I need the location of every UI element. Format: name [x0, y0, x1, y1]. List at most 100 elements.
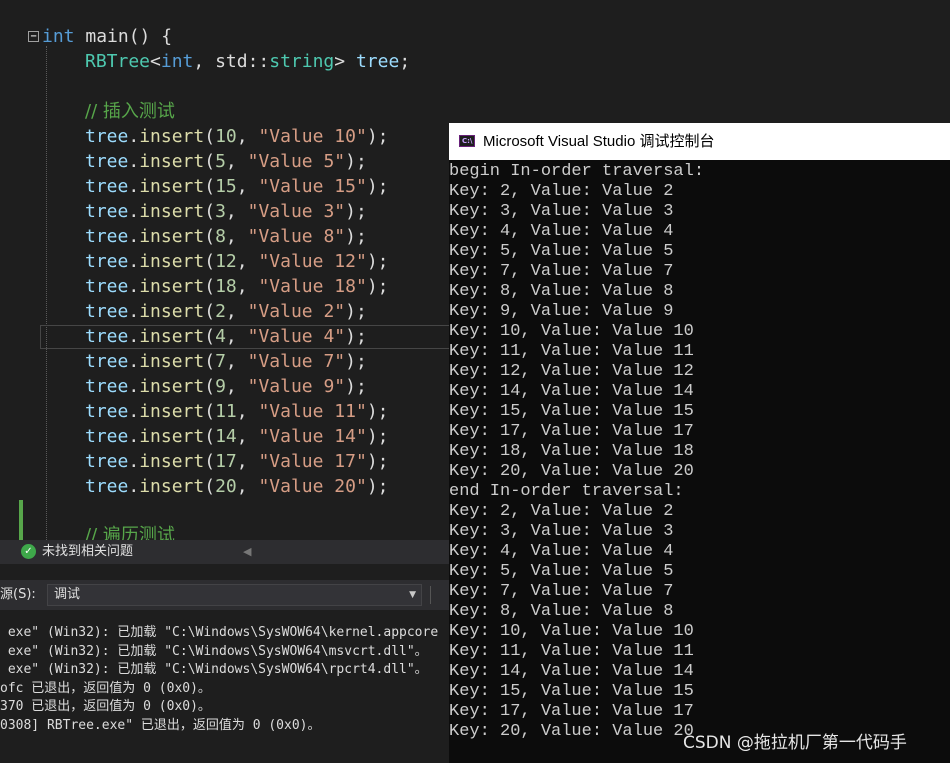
function-signature: main() { — [74, 26, 173, 47]
output-line: 0308] RBTree.exe" 已退出，返回值为 0 (0x0)。 — [0, 717, 321, 733]
source-dropdown[interactable]: 调试 ▼ — [47, 584, 422, 606]
code-line-insert[interactable]: tree.insert(3, "Value 3"); — [85, 199, 367, 224]
punct: ( — [204, 276, 216, 297]
punct: ( — [204, 176, 216, 197]
punct: ); — [366, 476, 389, 497]
status-text[interactable]: 未找到相关问题 — [42, 543, 133, 561]
console-line: Key: 5, Value: Value 5 — [449, 242, 674, 261]
punct: ( — [204, 251, 216, 272]
punct: . — [128, 451, 140, 472]
punct: , — [236, 126, 259, 147]
console-line: Key: 12, Value: Value 12 — [449, 362, 694, 381]
punct: . — [128, 276, 140, 297]
code-line-insert[interactable]: tree.insert(15, "Value 15"); — [85, 174, 389, 199]
console-output[interactable]: begin In-order traversal: Key: 2, Value: … — [449, 160, 950, 763]
variable: tree — [85, 251, 129, 272]
punct: ); — [366, 176, 389, 197]
console-line: Key: 4, Value: Value 4 — [449, 222, 674, 241]
code-line-insert[interactable]: tree.insert(20, "Value 20"); — [85, 474, 389, 499]
number-literal: 4 — [215, 326, 226, 347]
code-comment[interactable]: // 插入测试 — [85, 99, 175, 124]
number-literal: 12 — [215, 251, 237, 272]
punct: . — [128, 251, 140, 272]
punct: ); — [345, 301, 367, 322]
console-line: Key: 15, Value: Value 15 — [449, 682, 694, 701]
punct: , — [236, 451, 259, 472]
punct: , — [225, 301, 248, 322]
variable: tree — [85, 426, 129, 447]
punct: , — [225, 151, 248, 172]
code-line-insert[interactable]: tree.insert(2, "Value 2"); — [85, 299, 367, 324]
code-line-insert[interactable]: tree.insert(8, "Value 8"); — [85, 224, 367, 249]
console-line: Key: 8, Value: Value 8 — [449, 602, 674, 621]
code-line-insert[interactable]: tree.insert(14, "Value 14"); — [85, 424, 389, 449]
punct: , std:: — [193, 51, 270, 72]
method-name: insert — [139, 476, 205, 497]
punct: ( — [204, 151, 216, 172]
string-literal: "Value 20" — [258, 476, 367, 497]
method-name: insert — [139, 351, 205, 372]
punct: ); — [366, 126, 389, 147]
console-line: Key: 9, Value: Value 9 — [449, 302, 674, 321]
punct: . — [128, 326, 140, 347]
code-line-insert[interactable]: tree.insert(7, "Value 7"); — [85, 349, 367, 374]
punct: > — [334, 51, 356, 72]
chevron-down-icon: ▼ — [409, 590, 416, 600]
variable: tree — [85, 326, 129, 347]
punct: ); — [345, 376, 367, 397]
code-line-insert[interactable]: tree.insert(5, "Value 5"); — [85, 149, 367, 174]
variable: tree — [85, 226, 129, 247]
number-literal: 18 — [215, 276, 237, 297]
punct: , — [236, 476, 259, 497]
code-line-insert[interactable]: tree.insert(10, "Value 10"); — [85, 124, 389, 149]
method-name: insert — [139, 301, 205, 322]
console-line: Key: 3, Value: Value 3 — [449, 522, 674, 541]
console-line: Key: 5, Value: Value 5 — [449, 562, 674, 581]
punct: , — [236, 426, 259, 447]
punct: , — [225, 201, 248, 222]
variable: tree — [85, 126, 129, 147]
console-line: Key: 7, Value: Value 7 — [449, 262, 674, 281]
punct: . — [128, 376, 140, 397]
collapse-toggle-icon[interactable]: − — [28, 31, 39, 42]
number-literal: 15 — [215, 176, 237, 197]
string-literal: "Value 3" — [247, 201, 346, 222]
punct: ( — [204, 376, 216, 397]
code-line-insert[interactable]: tree.insert(18, "Value 18"); — [85, 274, 389, 299]
variable: tree — [85, 401, 129, 422]
output-line: ofc 已退出，返回值为 0 (0x0)。 — [0, 680, 211, 696]
punct: . — [128, 151, 140, 172]
punct: ( — [204, 451, 216, 472]
variable: tree — [85, 451, 129, 472]
toolbar-divider — [430, 586, 431, 604]
variable: tree — [85, 176, 129, 197]
console-line: Key: 7, Value: Value 7 — [449, 582, 674, 601]
number-literal: 14 — [215, 426, 237, 447]
scroll-left-icon[interactable]: ◀ — [243, 543, 251, 561]
punct: . — [128, 351, 140, 372]
console-line: Key: 14, Value: Value 14 — [449, 382, 694, 401]
punct: ); — [366, 451, 389, 472]
code-line-insert[interactable]: tree.insert(12, "Value 12"); — [85, 249, 389, 274]
method-name: insert — [139, 226, 205, 247]
punct: ( — [204, 226, 216, 247]
punct: , — [225, 326, 248, 347]
code-line-insert[interactable]: tree.insert(4, "Value 4"); — [85, 324, 367, 349]
number-literal: 9 — [215, 376, 226, 397]
punct: , — [236, 401, 259, 422]
code-line-main[interactable]: int main() { — [42, 24, 172, 49]
console-line: Key: 2, Value: Value 2 — [449, 502, 674, 521]
code-line-insert[interactable]: tree.insert(9, "Value 9"); — [85, 374, 367, 399]
number-literal: 5 — [215, 151, 226, 172]
debug-console-window[interactable]: C:\ Microsoft Visual Studio 调试控制台 begin … — [449, 123, 950, 763]
punct: ; — [399, 51, 411, 72]
code-comment[interactable]: // 遍历测试 — [85, 523, 175, 540]
code-line-insert[interactable]: tree.insert(17, "Value 17"); — [85, 449, 389, 474]
code-line-declaration[interactable]: RBTree<int, std::string> tree; — [85, 49, 410, 74]
string-literal: "Value 4" — [247, 326, 346, 347]
method-name: insert — [139, 151, 205, 172]
method-name: insert — [139, 426, 205, 447]
console-title-bar[interactable]: C:\ Microsoft Visual Studio 调试控制台 — [449, 123, 950, 160]
code-line-insert[interactable]: tree.insert(11, "Value 11"); — [85, 399, 389, 424]
variable: tree — [85, 376, 129, 397]
